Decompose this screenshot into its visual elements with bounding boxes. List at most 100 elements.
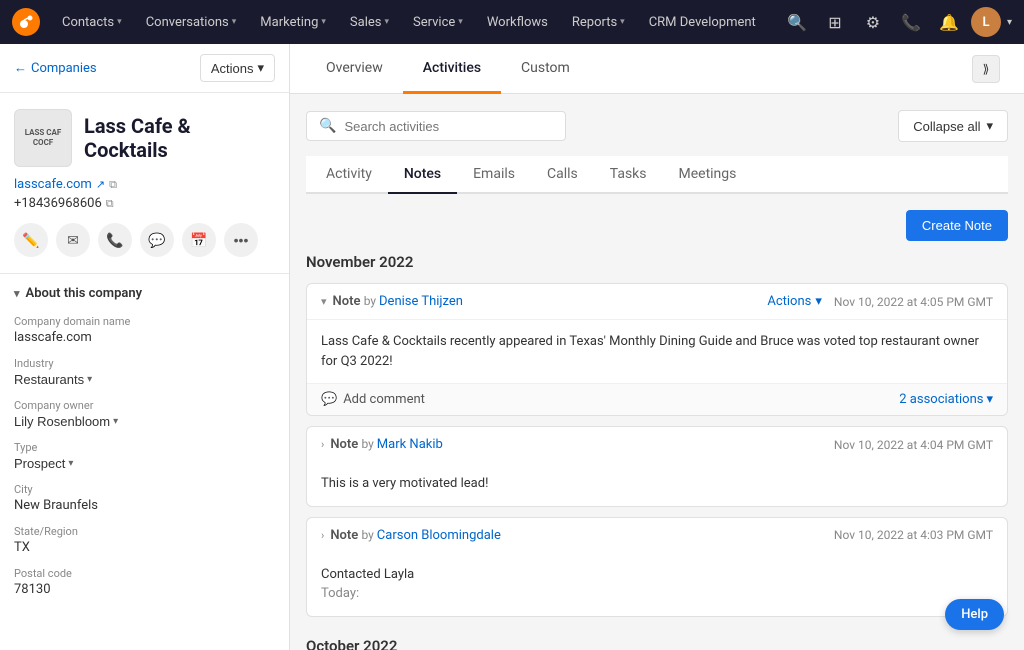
sub-tab-emails[interactable]: Emails: [457, 156, 531, 194]
chat-icon-btn[interactable]: 💬: [140, 223, 174, 257]
industry-field: Industry Restaurants ▾: [14, 357, 275, 387]
postal-value: 78130: [14, 582, 275, 597]
collapse-panel-button[interactable]: ⟫: [972, 55, 1000, 83]
search-icon-btn[interactable]: 🔍: [781, 6, 813, 38]
company-action-icons: ✏️ ✉ 📞 💬 📅 •••: [14, 223, 275, 257]
sub-tab-tasks[interactable]: Tasks: [594, 156, 663, 194]
edit-icon-btn[interactable]: ✏️: [14, 223, 48, 257]
sales-chevron-icon: ▾: [384, 17, 389, 27]
content-wrapper: Overview Activities Custom ⟫ 🔍: [290, 44, 1024, 650]
marketing-chevron-icon: ▾: [321, 17, 326, 27]
help-bubble[interactable]: Help: [945, 599, 1004, 630]
nav-crm-development[interactable]: CRM Development: [639, 9, 766, 36]
sub-tab-meetings[interactable]: Meetings: [663, 156, 753, 194]
search-box[interactable]: 🔍: [306, 111, 566, 141]
about-section-header[interactable]: ▾ About this company: [14, 286, 275, 301]
company-domain-field: Company domain name lasscafe.com: [14, 315, 275, 345]
note-card-1: ▾ Note by Denise Thijzen Actions: [306, 283, 1008, 416]
avatar-chevron-icon[interactable]: ▾: [1007, 17, 1012, 28]
state-field: State/Region TX: [14, 525, 275, 555]
company-info: LASS CAF COCF Lass Cafe & Cocktails lass…: [0, 93, 289, 274]
nav-contacts[interactable]: Contacts ▾: [52, 9, 132, 36]
note-card-3: › Note by Carson Bloomingdale Nov 10, 20…: [306, 517, 1008, 617]
marketplace-icon-btn[interactable]: ⊞: [819, 6, 851, 38]
type-chevron-icon: ▾: [68, 458, 73, 469]
nav-right-icons: 🔍 ⊞ ⚙ 📞 🔔 L ▾: [781, 6, 1012, 38]
company-website-link[interactable]: lasscafe.com ↗ ⧉: [14, 177, 275, 192]
top-navigation: Contacts ▾ Conversations ▾ Marketing ▾ S…: [0, 0, 1024, 44]
tab-activities[interactable]: Activities: [403, 44, 501, 94]
create-note-button[interactable]: Create Note: [906, 210, 1008, 241]
sub-tab-calls[interactable]: Calls: [531, 156, 594, 194]
october-section: October 2022 › Note by Lily Rosenbloom: [306, 637, 1008, 650]
associations-button[interactable]: 2 associations ▾: [899, 392, 993, 407]
company-domain-value: lasscafe.com: [14, 330, 275, 345]
note-3-author: Carson Bloomingdale: [377, 528, 501, 543]
nav-workflows[interactable]: Workflows: [477, 9, 558, 36]
owner-chevron-icon: ▾: [113, 416, 118, 427]
company-phone: +18436968606 ⧉: [14, 196, 275, 211]
note-2-timestamp: Nov 10, 2022 at 4:04 PM GMT: [834, 438, 993, 452]
phone-icon-btn[interactable]: 📞: [895, 6, 927, 38]
search-filter-bar: 🔍 Collapse all ▾: [306, 110, 1008, 142]
nav-conversations[interactable]: Conversations ▾: [136, 9, 247, 36]
breadcrumb-companies[interactable]: ← Companies: [14, 60, 97, 76]
note-1-body: Lass Cafe & Cocktails recently appeared …: [307, 320, 1007, 383]
note-1-actions-button[interactable]: Actions ▾: [767, 294, 822, 309]
call-icon-btn[interactable]: 📞: [98, 223, 132, 257]
sub-tab-activity[interactable]: Activity: [310, 156, 388, 194]
content-area: 🔍 Collapse all ▾ Activity Notes: [290, 94, 1024, 650]
sub-tab-notes[interactable]: Notes: [388, 156, 457, 194]
company-logo: LASS CAF COCF: [14, 109, 72, 167]
note-2-author: Mark Nakib: [377, 437, 443, 452]
add-comment-button[interactable]: 💬 Add comment: [321, 392, 425, 407]
note-3-body: Contacted Layla Today:: [307, 553, 1007, 616]
november-section: November 2022 ▾ Note by Denise Thijzen: [306, 253, 1008, 617]
sidebar-header: ← Companies Actions ▾: [0, 44, 289, 93]
nav-marketing[interactable]: Marketing ▾: [250, 9, 336, 36]
collapse-all-button[interactable]: Collapse all ▾: [898, 110, 1008, 142]
copy-phone-icon: ⧉: [106, 197, 114, 211]
notifications-icon-btn[interactable]: 🔔: [933, 6, 965, 38]
note-card-2: › Note by Mark Nakib Nov 10, 2022 at 4:0…: [306, 426, 1008, 507]
search-input[interactable]: [344, 119, 553, 134]
note-3-timestamp: Nov 10, 2022 at 4:03 PM GMT: [834, 528, 993, 542]
content-inner: 🔍 Collapse all ▾ Activity Notes: [290, 94, 1024, 650]
settings-icon-btn[interactable]: ⚙: [857, 6, 889, 38]
city-value: New Braunfels: [14, 498, 275, 513]
postal-code-field: Postal code 78130: [14, 567, 275, 597]
conversations-chevron-icon: ▾: [232, 17, 237, 27]
about-section: ▾ About this company Company domain name…: [0, 274, 289, 621]
tab-overview[interactable]: Overview: [306, 44, 403, 94]
email-icon-btn[interactable]: ✉: [56, 223, 90, 257]
tab-custom[interactable]: Custom: [501, 44, 590, 94]
note-2-header: › Note by Mark Nakib Nov 10, 2022 at 4:0…: [307, 427, 1007, 462]
more-icon-btn[interactable]: •••: [224, 223, 258, 257]
note-2-chevron[interactable]: ›: [321, 438, 324, 451]
industry-dropdown[interactable]: Restaurants ▾: [14, 372, 92, 387]
industry-chevron-icon: ▾: [87, 374, 92, 385]
nav-service[interactable]: Service ▾: [403, 9, 473, 36]
note-3-chevron[interactable]: ›: [321, 529, 324, 542]
note-1-chevron[interactable]: ▾: [321, 295, 327, 308]
main-layout: ← Companies Actions ▾ LASS CAF COCF Lass…: [0, 44, 1024, 650]
note-1-timestamp: Nov 10, 2022 at 4:05 PM GMT: [834, 295, 993, 309]
type-dropdown[interactable]: Prospect ▾: [14, 456, 73, 471]
type-field: Type Prospect ▾: [14, 441, 275, 471]
state-value: TX: [14, 540, 275, 555]
hubspot-logo[interactable]: [12, 8, 40, 36]
sidebar-actions-button[interactable]: Actions ▾: [200, 54, 275, 82]
copy-link-icon: ⧉: [109, 178, 117, 192]
note-1-author: Denise Thijzen: [379, 294, 463, 309]
schedule-icon-btn[interactable]: 📅: [182, 223, 216, 257]
note-1-footer: 💬 Add comment 2 associations ▾: [307, 383, 1007, 415]
city-field: City New Braunfels: [14, 483, 275, 513]
october-label: October 2022: [306, 637, 1008, 650]
nav-sales[interactable]: Sales ▾: [340, 9, 399, 36]
note-1-header: ▾ Note by Denise Thijzen Actions: [307, 284, 1007, 320]
reports-chevron-icon: ▾: [620, 17, 625, 27]
owner-dropdown[interactable]: Lily Rosenbloom ▾: [14, 414, 118, 429]
nav-reports[interactable]: Reports ▾: [562, 9, 635, 36]
associations-chevron-icon: ▾: [986, 392, 993, 407]
user-avatar[interactable]: L: [971, 7, 1001, 37]
